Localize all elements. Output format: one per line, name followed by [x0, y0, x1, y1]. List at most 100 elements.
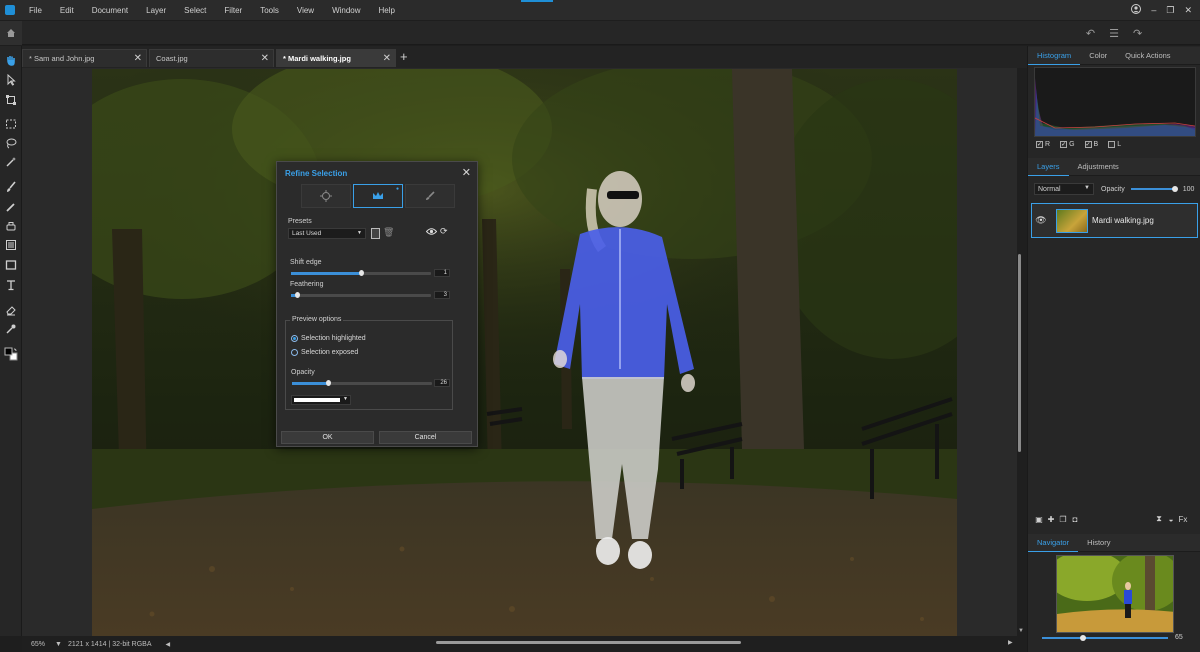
menu-window[interactable]: Window: [323, 6, 369, 15]
menu-lines-icon[interactable]: ☰: [1109, 27, 1119, 40]
tab-coast[interactable]: Coast.jpg ✕: [149, 49, 274, 67]
tab-quick-actions[interactable]: Quick Actions: [1116, 47, 1179, 65]
feathering-slider[interactable]: [291, 292, 431, 298]
brush-mode-button[interactable]: [405, 184, 455, 208]
preview-opacity-value[interactable]: 26: [434, 379, 450, 387]
preview-opacity-slider[interactable]: [292, 380, 432, 386]
cancel-button[interactable]: Cancel: [379, 431, 472, 444]
navigator-thumbnail[interactable]: [1056, 555, 1174, 633]
new-layer-icon[interactable]: ▣: [1033, 515, 1045, 524]
scroll-left-icon[interactable]: ◀: [166, 641, 171, 648]
fx-icon[interactable]: Fx: [1177, 515, 1189, 524]
channel-l-checkbox[interactable]: L: [1108, 141, 1121, 148]
eye-icon[interactable]: 👁: [1032, 215, 1050, 226]
close-icon[interactable]: ✕: [462, 166, 471, 179]
channel-b-checkbox[interactable]: ✓ B: [1084, 141, 1098, 148]
scroll-right-icon[interactable]: ▶: [1008, 639, 1013, 646]
undo-icon[interactable]: ↶: [1086, 27, 1095, 40]
marquee-tool-icon[interactable]: [3, 116, 19, 132]
close-icon[interactable]: ✕: [134, 53, 142, 64]
channel-g-checkbox[interactable]: ✓ G: [1060, 141, 1075, 148]
canvas-area[interactable]: [22, 68, 1017, 636]
tab-history[interactable]: History: [1078, 534, 1119, 552]
crown-mode-button[interactable]: ●: [353, 184, 403, 208]
close-button[interactable]: ✕: [1184, 5, 1192, 16]
lasso-tool-icon[interactable]: [3, 135, 19, 151]
add-tab-icon[interactable]: +: [400, 49, 408, 64]
menu-layer[interactable]: Layer: [137, 6, 175, 15]
shift-edge-value[interactable]: 1: [434, 269, 450, 277]
crosshair-mode-button[interactable]: [301, 184, 351, 208]
scroll-down-icon[interactable]: ▼: [1018, 628, 1024, 634]
magic-wand-tool-icon[interactable]: [3, 154, 19, 170]
eyedropper-tool-icon[interactable]: [3, 321, 19, 337]
photo-canvas[interactable]: [92, 69, 957, 636]
shift-edge-label: Shift edge: [290, 259, 322, 266]
selection-highlighted-radio[interactable]: Selection highlighted: [291, 335, 366, 342]
tab-adjustments[interactable]: Adjustments: [1069, 158, 1128, 176]
navigator-zoom-slider[interactable]: [1042, 635, 1168, 641]
adjustment-icon[interactable]: ◒: [1165, 515, 1177, 524]
blend-mode-select[interactable]: Normal ▼: [1034, 183, 1094, 195]
ok-button[interactable]: OK: [281, 431, 374, 444]
merge-icon[interactable]: ⧗: [1153, 514, 1165, 524]
menu-help[interactable]: Help: [370, 6, 404, 15]
menu-view[interactable]: View: [288, 6, 323, 15]
feathering-value[interactable]: 3: [434, 291, 450, 299]
highlight-color-select[interactable]: ▼: [291, 395, 351, 405]
menu-file[interactable]: File: [20, 6, 51, 15]
move-tool-icon[interactable]: [3, 72, 19, 88]
status-bar: 65% ▼ 2121 x 1414 | 32-bit RGBA ◀ ▶: [22, 636, 1027, 652]
close-icon[interactable]: ✕: [261, 53, 269, 64]
minimize-button[interactable]: –: [1151, 5, 1156, 15]
eraser-tool-icon[interactable]: [3, 302, 19, 318]
text-tool-icon[interactable]: [3, 277, 19, 293]
vertical-scroll-thumb[interactable]: [1018, 254, 1021, 452]
gradient-tool-icon[interactable]: [3, 237, 19, 253]
document-tabs: * Sam and John.jpg ✕ Coast.jpg ✕ * Mardi…: [22, 46, 1027, 68]
shift-edge-slider[interactable]: [291, 270, 431, 276]
color-swatches-icon[interactable]: [3, 346, 19, 362]
brush-tool-icon[interactable]: [3, 179, 19, 195]
transform-tool-icon[interactable]: [3, 92, 19, 108]
duplicate-layer-icon[interactable]: ❐: [1057, 515, 1069, 524]
menu-document[interactable]: Document: [83, 6, 137, 15]
zoom-level[interactable]: 65%: [31, 641, 45, 648]
redo-icon[interactable]: ↷: [1133, 27, 1142, 40]
tab-color[interactable]: Color: [1080, 47, 1116, 65]
navigator-zoom-value[interactable]: 65: [1175, 634, 1183, 641]
layer-item[interactable]: 👁 Mardi walking.jpg: [1031, 203, 1198, 238]
channel-r-checkbox[interactable]: ✓ R: [1036, 141, 1050, 148]
mask-icon[interactable]: ◘: [1069, 515, 1081, 524]
menu-filter[interactable]: Filter: [215, 6, 251, 15]
layer-opacity-slider[interactable]: [1130, 186, 1178, 192]
menu-select[interactable]: Select: [175, 6, 215, 15]
preset-select[interactable]: Last Used ▼: [288, 228, 366, 239]
eye-icon[interactable]: [425, 227, 438, 238]
user-icon[interactable]: [1131, 4, 1142, 16]
menu-tools[interactable]: Tools: [251, 6, 288, 15]
tab-navigator[interactable]: Navigator: [1028, 534, 1079, 552]
hand-tool-icon[interactable]: [3, 52, 19, 68]
image-info: 2121 x 1414 | 32-bit RGBA: [67, 640, 152, 648]
vertical-scrollbar[interactable]: ▼: [1017, 68, 1027, 636]
layer-opacity-value[interactable]: 100: [1183, 186, 1195, 193]
horizontal-scroll-thumb[interactable]: [436, 641, 741, 644]
reset-icon[interactable]: ⟳: [440, 226, 448, 237]
tab-sam-and-john[interactable]: * Sam and John.jpg ✕: [22, 49, 147, 67]
delete-preset-icon[interactable]: 🗑: [383, 227, 394, 238]
add-icon[interactable]: ✚: [1045, 515, 1057, 524]
zoom-menu-icon[interactable]: ▼: [55, 641, 62, 648]
tab-mardi-walking[interactable]: * Mardi walking.jpg ✕: [276, 49, 396, 67]
restore-button[interactable]: ❐: [1166, 5, 1174, 16]
close-icon[interactable]: ✕: [383, 53, 391, 64]
save-preset-icon[interactable]: [371, 228, 380, 239]
pencil-tool-icon[interactable]: [3, 199, 19, 215]
shape-tool-icon[interactable]: [3, 257, 19, 273]
clone-tool-icon[interactable]: [3, 218, 19, 234]
tab-layers[interactable]: Layers: [1028, 158, 1069, 176]
selection-exposed-radio[interactable]: Selection exposed: [291, 349, 358, 356]
menu-edit[interactable]: Edit: [51, 6, 83, 15]
tab-histogram[interactable]: Histogram: [1028, 47, 1081, 65]
home-icon[interactable]: [0, 21, 22, 45]
